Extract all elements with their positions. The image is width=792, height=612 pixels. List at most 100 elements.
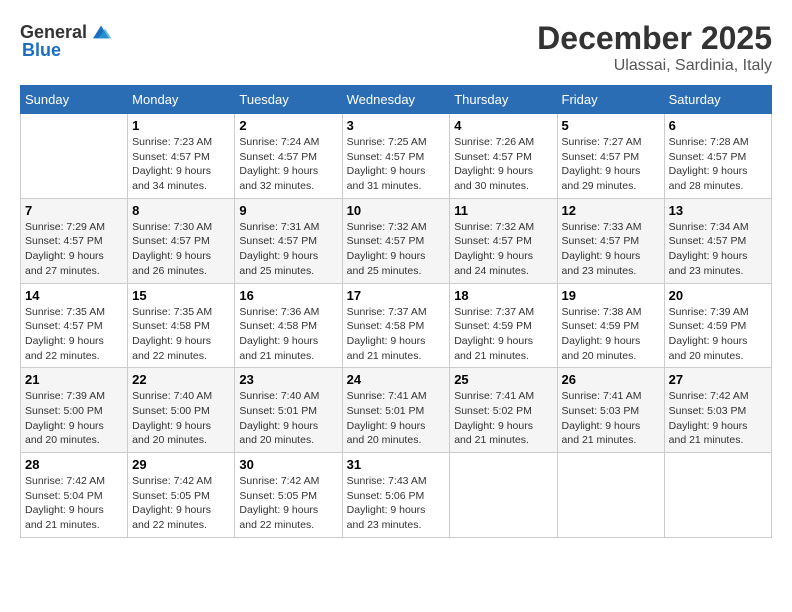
day-info: Sunrise: 7:33 AM Sunset: 4:57 PM Dayligh… — [562, 220, 660, 279]
calendar-cell: 30 Sunrise: 7:42 AM Sunset: 5:05 PM Dayli… — [235, 453, 342, 538]
calendar-cell — [557, 453, 664, 538]
calendar-cell: 5 Sunrise: 7:27 AM Sunset: 4:57 PM Daylig… — [557, 114, 664, 199]
day-number: 10 — [347, 203, 446, 218]
day-info: Sunrise: 7:39 AM Sunset: 5:00 PM Dayligh… — [25, 389, 123, 448]
month-title: December 2025 — [537, 20, 772, 57]
day-number: 27 — [669, 372, 767, 387]
day-number: 30 — [239, 457, 337, 472]
calendar-cell: 10 Sunrise: 7:32 AM Sunset: 4:57 PM Dayli… — [342, 198, 450, 283]
day-number: 17 — [347, 288, 446, 303]
calendar-cell: 2 Sunrise: 7:24 AM Sunset: 4:57 PM Daylig… — [235, 114, 342, 199]
day-info: Sunrise: 7:35 AM Sunset: 4:57 PM Dayligh… — [25, 305, 123, 364]
calendar-cell: 20Sunrise: 7:39 AM Sunset: 4:59 PM Dayli… — [664, 283, 771, 368]
logo: General Blue — [20, 20, 113, 61]
calendar-cell: 14 Sunrise: 7:35 AM Sunset: 4:57 PM Dayli… — [21, 283, 128, 368]
day-number: 29 — [132, 457, 230, 472]
calendar-cell: 11 Sunrise: 7:32 AM Sunset: 4:57 PM Dayli… — [450, 198, 557, 283]
day-number: 26 — [562, 372, 660, 387]
calendar-cell: 23Sunrise: 7:40 AM Sunset: 5:01 PM Dayli… — [235, 368, 342, 453]
weekday-header-row: SundayMondayTuesdayWednesdayThursdayFrid… — [21, 86, 772, 114]
day-info: Sunrise: 7:42 AM Sunset: 5:05 PM Dayligh… — [239, 474, 337, 533]
day-number: 2 — [239, 118, 337, 133]
day-info: Sunrise: 7:32 AM Sunset: 4:57 PM Dayligh… — [454, 220, 552, 279]
calendar-cell: 15 Sunrise: 7:35 AM Sunset: 4:58 PM Dayli… — [128, 283, 235, 368]
weekday-header-tuesday: Tuesday — [235, 86, 342, 114]
day-info: Sunrise: 7:42 AM Sunset: 5:04 PM Dayligh… — [25, 474, 123, 533]
calendar-cell: 29 Sunrise: 7:42 AM Sunset: 5:05 PM Dayli… — [128, 453, 235, 538]
day-number: 12 — [562, 203, 660, 218]
day-number: 5 — [562, 118, 660, 133]
day-info: Sunrise: 7:36 AM Sunset: 4:58 PM Dayligh… — [239, 305, 337, 364]
day-info: Sunrise: 7:38 AM Sunset: 4:59 PM Dayligh… — [562, 305, 660, 364]
day-number: 21 — [25, 372, 123, 387]
calendar-cell: 22 Sunrise: 7:40 AM Sunset: 5:00 PM Dayli… — [128, 368, 235, 453]
weekday-header-friday: Friday — [557, 86, 664, 114]
day-info: Sunrise: 7:28 AM Sunset: 4:57 PM Dayligh… — [669, 135, 767, 194]
day-number: 18 — [454, 288, 552, 303]
day-number: 13 — [669, 203, 767, 218]
day-number: 6 — [669, 118, 767, 133]
day-number: 1 — [132, 118, 230, 133]
day-number: 15 — [132, 288, 230, 303]
day-number: 24 — [347, 372, 446, 387]
week-row-1: 1 Sunrise: 7:23 AM Sunset: 4:57 PM Daylig… — [21, 114, 772, 199]
day-info: Sunrise: 7:41 AM Sunset: 5:02 PM Dayligh… — [454, 389, 552, 448]
day-info: Sunrise: 7:40 AM Sunset: 5:00 PM Dayligh… — [132, 389, 230, 448]
calendar-cell: 9Sunrise: 7:31 AM Sunset: 4:57 PM Daylig… — [235, 198, 342, 283]
calendar-cell: 18Sunrise: 7:37 AM Sunset: 4:59 PM Dayli… — [450, 283, 557, 368]
day-info: Sunrise: 7:34 AM Sunset: 4:57 PM Dayligh… — [669, 220, 767, 279]
day-number: 23 — [239, 372, 337, 387]
day-info: Sunrise: 7:41 AM Sunset: 5:03 PM Dayligh… — [562, 389, 660, 448]
day-info: Sunrise: 7:30 AM Sunset: 4:57 PM Dayligh… — [132, 220, 230, 279]
day-info: Sunrise: 7:43 AM Sunset: 5:06 PM Dayligh… — [347, 474, 446, 533]
calendar-cell — [21, 114, 128, 199]
day-number: 31 — [347, 457, 446, 472]
day-number: 7 — [25, 203, 123, 218]
day-number: 28 — [25, 457, 123, 472]
calendar-cell: 6 Sunrise: 7:28 AM Sunset: 4:57 PM Daylig… — [664, 114, 771, 199]
weekday-header-thursday: Thursday — [450, 86, 557, 114]
day-number: 19 — [562, 288, 660, 303]
day-info: Sunrise: 7:42 AM Sunset: 5:05 PM Dayligh… — [132, 474, 230, 533]
day-number: 11 — [454, 203, 552, 218]
calendar-cell: 24Sunrise: 7:41 AM Sunset: 5:01 PM Dayli… — [342, 368, 450, 453]
calendar-cell: 25 Sunrise: 7:41 AM Sunset: 5:02 PM Dayli… — [450, 368, 557, 453]
calendar-cell: 13 Sunrise: 7:34 AM Sunset: 4:57 PM Dayli… — [664, 198, 771, 283]
calendar-cell: 21 Sunrise: 7:39 AM Sunset: 5:00 PM Dayli… — [21, 368, 128, 453]
day-info: Sunrise: 7:42 AM Sunset: 5:03 PM Dayligh… — [669, 389, 767, 448]
day-number: 22 — [132, 372, 230, 387]
weekday-header-saturday: Saturday — [664, 86, 771, 114]
week-row-5: 28 Sunrise: 7:42 AM Sunset: 5:04 PM Dayli… — [21, 453, 772, 538]
logo-blue: Blue — [22, 40, 61, 61]
calendar-cell: 8 Sunrise: 7:30 AM Sunset: 4:57 PM Daylig… — [128, 198, 235, 283]
day-number: 25 — [454, 372, 552, 387]
calendar-cell: 3Sunrise: 7:25 AM Sunset: 4:57 PM Daylig… — [342, 114, 450, 199]
day-number: 8 — [132, 203, 230, 218]
calendar-cell: 7 Sunrise: 7:29 AM Sunset: 4:57 PM Daylig… — [21, 198, 128, 283]
day-info: Sunrise: 7:39 AM Sunset: 4:59 PM Dayligh… — [669, 305, 767, 364]
title-section: December 2025 Ulassai, Sardinia, Italy — [537, 20, 772, 75]
week-row-4: 21 Sunrise: 7:39 AM Sunset: 5:00 PM Dayli… — [21, 368, 772, 453]
calendar-cell: 16 Sunrise: 7:36 AM Sunset: 4:58 PM Dayli… — [235, 283, 342, 368]
week-row-2: 7 Sunrise: 7:29 AM Sunset: 4:57 PM Daylig… — [21, 198, 772, 283]
day-info: Sunrise: 7:29 AM Sunset: 4:57 PM Dayligh… — [25, 220, 123, 279]
day-info: Sunrise: 7:27 AM Sunset: 4:57 PM Dayligh… — [562, 135, 660, 194]
weekday-header-wednesday: Wednesday — [342, 86, 450, 114]
location: Ulassai, Sardinia, Italy — [537, 57, 772, 75]
calendar-cell: 31 Sunrise: 7:43 AM Sunset: 5:06 PM Dayli… — [342, 453, 450, 538]
day-info: Sunrise: 7:24 AM Sunset: 4:57 PM Dayligh… — [239, 135, 337, 194]
calendar-cell: 17 Sunrise: 7:37 AM Sunset: 4:58 PM Dayli… — [342, 283, 450, 368]
day-number: 16 — [239, 288, 337, 303]
day-number: 3 — [347, 118, 446, 133]
day-info: Sunrise: 7:35 AM Sunset: 4:58 PM Dayligh… — [132, 305, 230, 364]
calendar-cell — [450, 453, 557, 538]
calendar-cell: 19 Sunrise: 7:38 AM Sunset: 4:59 PM Dayli… — [557, 283, 664, 368]
calendar-cell: 1 Sunrise: 7:23 AM Sunset: 4:57 PM Daylig… — [128, 114, 235, 199]
day-info: Sunrise: 7:32 AM Sunset: 4:57 PM Dayligh… — [347, 220, 446, 279]
page-header: General Blue December 2025 Ulassai, Sard… — [20, 20, 772, 75]
calendar-cell: 12 Sunrise: 7:33 AM Sunset: 4:57 PM Dayli… — [557, 198, 664, 283]
day-number: 4 — [454, 118, 552, 133]
day-info: Sunrise: 7:23 AM Sunset: 4:57 PM Dayligh… — [132, 135, 230, 194]
day-info: Sunrise: 7:37 AM Sunset: 4:58 PM Dayligh… — [347, 305, 446, 364]
day-number: 14 — [25, 288, 123, 303]
